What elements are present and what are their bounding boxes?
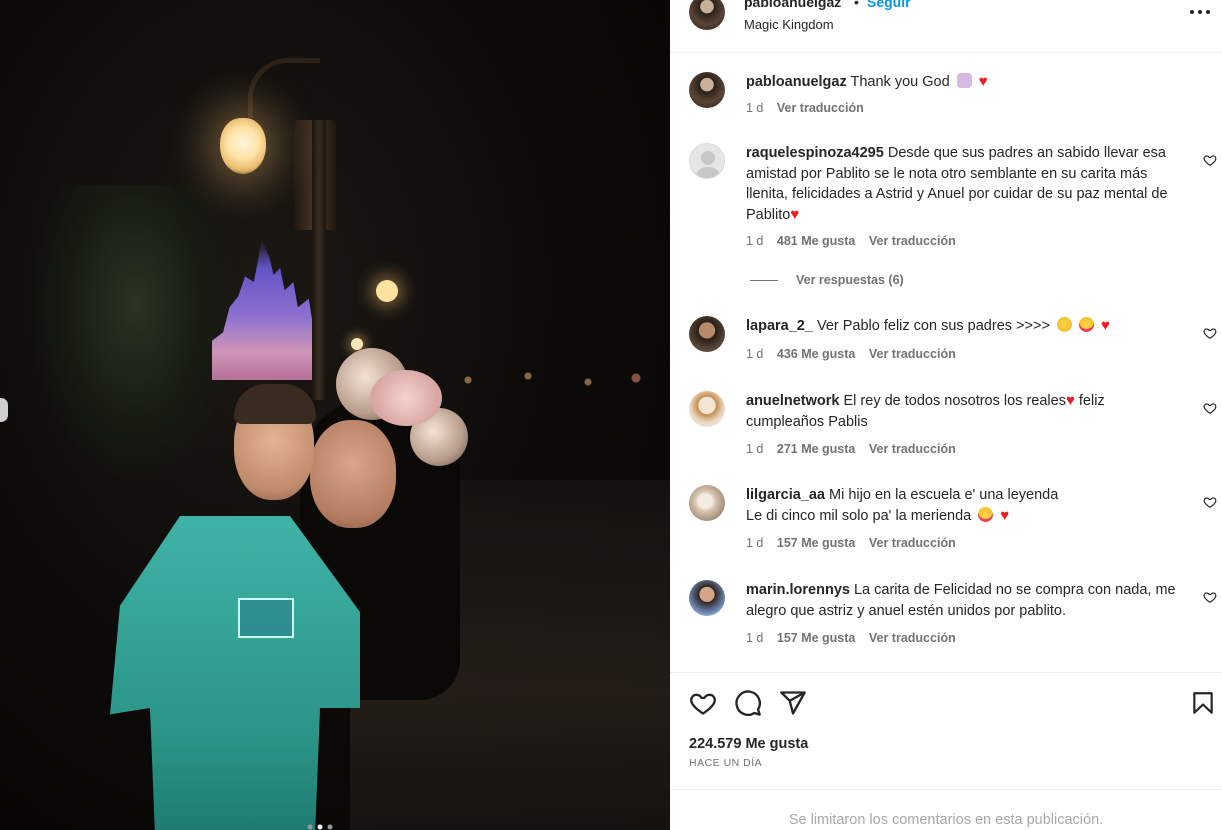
caption-body: Thank you God	[850, 74, 950, 90]
comment-bubble-icon[interactable]	[734, 689, 762, 717]
comment-body-line2: Le di cinco mil solo pa' la merienda	[746, 507, 972, 524]
share-paper-plane-icon[interactable]	[779, 689, 807, 717]
post-header: pabloanuelgaz • Seguir Magic Kingdom	[670, 0, 1222, 53]
comment-body: El rey de todos nosotros los reales	[843, 393, 1066, 409]
comment-time[interactable]: 1 d	[746, 234, 763, 248]
comment-avatar[interactable]	[689, 580, 725, 616]
post-likes-count[interactable]: 224.579 Me gusta	[689, 736, 808, 752]
comment-body: Ver Pablo feliz con sus padres >>>>	[816, 318, 1050, 334]
post-side-panel: pabloanuelgaz • Seguir Magic Kingdom pab…	[670, 0, 1222, 830]
comment-meta: 1 d 436 Me gusta Ver traducción	[746, 347, 966, 361]
caption-translate[interactable]: Ver traducción	[777, 101, 864, 115]
photo-bow	[370, 370, 442, 426]
comment-text: raquelespinoza4295 Desde que sus padres …	[746, 143, 1176, 225]
view-replies-button[interactable]: Ver respuestas (6)	[750, 273, 904, 287]
comment-avatar[interactable]	[689, 316, 725, 352]
comment-translate[interactable]: Ver traducción	[869, 347, 956, 361]
photo-lamp	[220, 118, 266, 174]
more-horizontal-icon[interactable]	[1188, 4, 1212, 20]
heart-eyes-icon	[978, 506, 994, 522]
comment-username[interactable]: anuelnetwork	[746, 393, 839, 409]
comment-text: lilgarcia_aa Mi hijo en la escuela e' un…	[746, 485, 1176, 526]
like-comment-heart-icon[interactable]	[1203, 495, 1217, 509]
caption-text: pabloanuelgaz Thank you God ♥	[746, 72, 1176, 93]
comment-time[interactable]: 1 d	[746, 347, 763, 361]
location-link[interactable]: Magic Kingdom	[744, 17, 834, 32]
like-comment-heart-icon[interactable]	[1203, 590, 1217, 604]
comment-username[interactable]: raquelespinoza4295	[746, 145, 884, 161]
comment-likes[interactable]: 157 Me gusta	[777, 536, 856, 550]
comment-meta: 1 d 271 Me gusta Ver traducción	[746, 442, 966, 456]
caption-username[interactable]: pabloanuelgaz	[746, 74, 847, 90]
like-comment-heart-icon[interactable]	[1203, 326, 1217, 340]
comment-likes[interactable]: 481 Me gusta	[777, 234, 856, 248]
red-heart-icon: ♥	[978, 73, 988, 90]
comment-text: marin.lorennys La carita de Felicidad no…	[746, 580, 1176, 621]
photo-boy-hair	[234, 384, 316, 424]
comment-meta: 1 d 157 Me gusta Ver traducción	[746, 631, 966, 645]
footer-divider	[670, 789, 1222, 790]
photo-lamp-distant	[351, 338, 363, 350]
like-heart-icon[interactable]	[689, 689, 717, 717]
comment-body: Mi hijo en la escuela e' una leyenda	[829, 487, 1059, 503]
comment-likes[interactable]: 271 Me gusta	[777, 442, 856, 456]
comment-username[interactable]: lilgarcia_aa	[746, 487, 825, 503]
caption-time[interactable]: 1 d	[746, 101, 763, 115]
red-heart-icon: ♥	[790, 205, 800, 223]
comment-translate[interactable]: Ver traducción	[869, 631, 956, 645]
photo-shirt-logo	[238, 598, 294, 638]
comment-avatar[interactable]	[689, 391, 725, 427]
comment-translate[interactable]: Ver traducción	[869, 234, 956, 248]
separator-dot: •	[854, 0, 859, 10]
red-heart-icon: ♥	[1000, 506, 1010, 524]
comment-likes[interactable]: 157 Me gusta	[777, 631, 856, 645]
photo-lamp-post	[312, 120, 326, 400]
heart-eyes-icon	[1078, 317, 1094, 332]
comment-time[interactable]: 1 d	[746, 536, 763, 550]
caption-meta: 1 d Ver traducción	[746, 101, 874, 115]
carousel-dots	[307, 824, 333, 830]
comment-meta: 1 d 157 Me gusta Ver traducción	[746, 536, 966, 550]
grinning-squinting-face-icon	[1056, 317, 1072, 332]
comment-username[interactable]: marin.lorennys	[746, 582, 850, 598]
like-comment-heart-icon[interactable]	[1203, 401, 1217, 415]
follow-button[interactable]: Seguir	[867, 0, 911, 10]
praying-hands-icon	[956, 73, 972, 88]
author-username[interactable]: pabloanuelgaz	[744, 0, 841, 10]
comment-likes[interactable]: 436 Me gusta	[777, 347, 856, 361]
comments-limited-notice: Se limitaron los comentarios en esta pub…	[788, 812, 1104, 828]
author-avatar[interactable]	[689, 0, 725, 30]
post-date[interactable]: HACE UN DÍA	[689, 757, 762, 769]
comment-meta: 1 d 481 Me gusta Ver traducción	[746, 234, 966, 248]
photo-lamp-distant	[376, 280, 398, 302]
comment-time[interactable]: 1 d	[746, 442, 763, 456]
caption-avatar[interactable]	[689, 72, 725, 108]
comment-translate[interactable]: Ver traducción	[869, 442, 956, 456]
red-heart-icon: ♥	[1101, 317, 1110, 334]
post-photo[interactable]	[0, 0, 670, 830]
like-comment-heart-icon[interactable]	[1203, 153, 1217, 167]
comment-translate[interactable]: Ver traducción	[869, 536, 956, 550]
comment-username[interactable]: lapara_2_	[746, 318, 813, 334]
photo-lights	[420, 360, 660, 400]
comment-avatar[interactable]	[689, 143, 725, 179]
photo-lamp-arm	[248, 58, 320, 118]
comment-text: lapara_2_ Ver Pablo feliz con sus padres…	[746, 316, 1176, 337]
comment-text: anuelnetwork El rey de todos nosotros lo…	[746, 391, 1176, 432]
comment-time[interactable]: 1 d	[746, 631, 763, 645]
save-bookmark-icon[interactable]	[1190, 689, 1216, 717]
comment-avatar[interactable]	[689, 485, 725, 521]
photo-girl-face	[310, 420, 396, 528]
photo-tree	[30, 185, 240, 485]
red-heart-icon: ♥	[1065, 392, 1075, 409]
actions-divider	[670, 672, 1222, 673]
photo-boy-shirt	[110, 516, 360, 830]
carousel-prev-button[interactable]	[0, 398, 8, 422]
